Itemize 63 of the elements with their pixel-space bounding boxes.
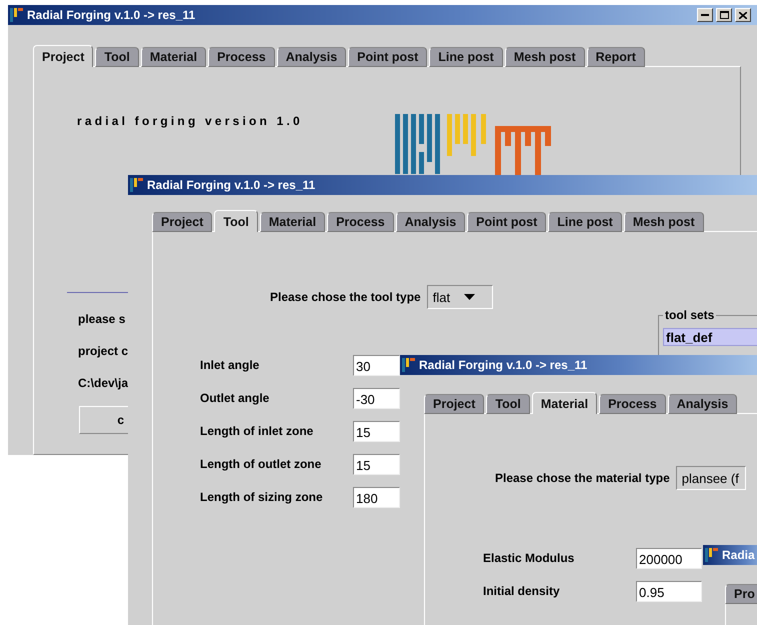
tab[interactable]: Point post [467, 212, 546, 232]
tab[interactable]: Material [532, 392, 598, 414]
info-text: please s [78, 313, 126, 325]
tab[interactable]: Process [599, 394, 666, 414]
tab[interactable]: Line post [429, 47, 503, 67]
window-title: Radial Forging v.1.0 -> res_11 [27, 8, 196, 22]
field-label: Initial density [483, 584, 561, 598]
tab[interactable]: Report [586, 47, 645, 67]
tab[interactable]: Material [260, 212, 326, 232]
input-field[interactable]: 0.95 [636, 580, 702, 602]
tab[interactable]: Mesh post [624, 212, 704, 232]
app-icon [402, 357, 416, 373]
tab[interactable]: Pro [725, 584, 757, 604]
tab[interactable]: Analysis [396, 212, 466, 232]
tab[interactable]: Process [208, 47, 275, 67]
tab[interactable]: Project [424, 394, 484, 414]
tab[interactable]: Analysis [668, 394, 738, 414]
material-type-dropdown[interactable]: plansee (f [676, 466, 746, 490]
window-title: Radial Forging v.1.0 -> res_11 [147, 178, 316, 192]
field-label: Inlet angle [200, 358, 260, 372]
input-field[interactable]: -30 [353, 388, 400, 408]
app-icon [10, 7, 24, 23]
field-label: Elastic Modulus [483, 551, 576, 565]
minimize-button[interactable] [697, 8, 713, 22]
caret-icon [464, 294, 476, 300]
field-label: Outlet angle [200, 391, 270, 405]
close-icon [739, 12, 747, 18]
input-field[interactable]: 200000 [636, 548, 702, 568]
field-label: Length of outlet zone [200, 457, 322, 471]
tab[interactable]: Mesh post [504, 47, 585, 67]
input-field[interactable]: 15 [353, 420, 400, 442]
app-icon [130, 177, 144, 193]
field-label: Length of inlet zone [200, 424, 314, 438]
app-icon [705, 547, 719, 563]
tab[interactable]: Line post [548, 212, 622, 232]
minimize-icon [701, 14, 709, 16]
input-field[interactable]: 30 [353, 354, 400, 376]
input-field[interactable]: 15 [353, 454, 400, 474]
tab[interactable]: Process [327, 212, 394, 232]
field-label: Length of sizing zone [200, 490, 324, 504]
tab[interactable]: Project [152, 212, 212, 232]
tool-type-dropdown[interactable]: flat [426, 285, 493, 309]
info-text: C:\dev\ja [78, 377, 128, 389]
tab[interactable]: Project [33, 45, 94, 67]
window-title: Radia [722, 548, 755, 562]
tab[interactable]: Point post [348, 47, 428, 67]
tab[interactable]: Material [140, 47, 206, 67]
tab[interactable]: Tool [214, 210, 258, 232]
tab[interactable]: Analysis [276, 47, 346, 67]
project-button[interactable]: c [79, 406, 129, 434]
input-field[interactable]: 180 [353, 486, 400, 508]
window-title: Radial Forging v.1.0 -> res_11 [419, 358, 588, 372]
close-button[interactable] [735, 8, 751, 22]
version-heading: radial forging version 1.0 [77, 114, 303, 128]
list-item[interactable]: flat_def [663, 328, 757, 346]
group-title: tool sets [663, 308, 716, 322]
tab[interactable]: Tool [95, 47, 139, 67]
tool-type-label: Please chose the tool type [270, 290, 421, 304]
maximize-button[interactable] [716, 8, 732, 22]
material-type-label: Please chose the material type [495, 471, 670, 485]
maximize-icon [720, 11, 728, 19]
info-text: project c [78, 345, 128, 357]
tab[interactable]: Tool [486, 394, 530, 414]
